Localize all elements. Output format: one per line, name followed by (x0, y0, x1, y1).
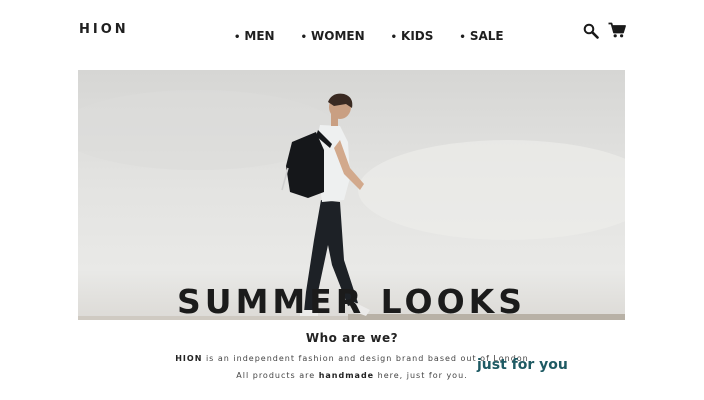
main-nav: • MEN • WOMEN • KIDS • SALE (234, 29, 504, 43)
nav-item-women[interactable]: • WOMEN (301, 29, 365, 43)
about-line2-after: here, just for you. (374, 371, 468, 380)
accent-tagline: just for you (477, 357, 568, 373)
nav-item-kids[interactable]: • KIDS (391, 29, 434, 43)
about-line2-emphasis: handmade (318, 371, 375, 380)
about-line2-before: All products are (236, 371, 319, 380)
brand-logo[interactable]: HION (79, 22, 129, 37)
cart-icon[interactable] (608, 22, 626, 38)
nav-label-men: MEN (244, 29, 275, 43)
about-description-line2: All products are handmade here, just for… (0, 371, 704, 380)
nav-item-sale[interactable]: • SALE (459, 29, 503, 43)
nav-bullet: • (459, 31, 466, 43)
about-description-line1: HION is an independent fashion and desig… (0, 354, 704, 363)
brand-name: HION (175, 354, 203, 363)
nav-item-men[interactable]: • MEN (234, 29, 275, 43)
nav-bullet: • (300, 31, 307, 43)
nav-label-women: WOMEN (311, 29, 365, 43)
hero-title: SUMMER LOOKS (177, 282, 526, 321)
nav-bullet: • (234, 31, 241, 43)
about-heading: Who are we? (305, 331, 399, 345)
nav-label-kids: KIDS (401, 29, 434, 43)
nav-bullet: • (390, 31, 398, 43)
nav-label-sale: SALE (469, 29, 504, 43)
search-icon[interactable] (583, 23, 599, 39)
